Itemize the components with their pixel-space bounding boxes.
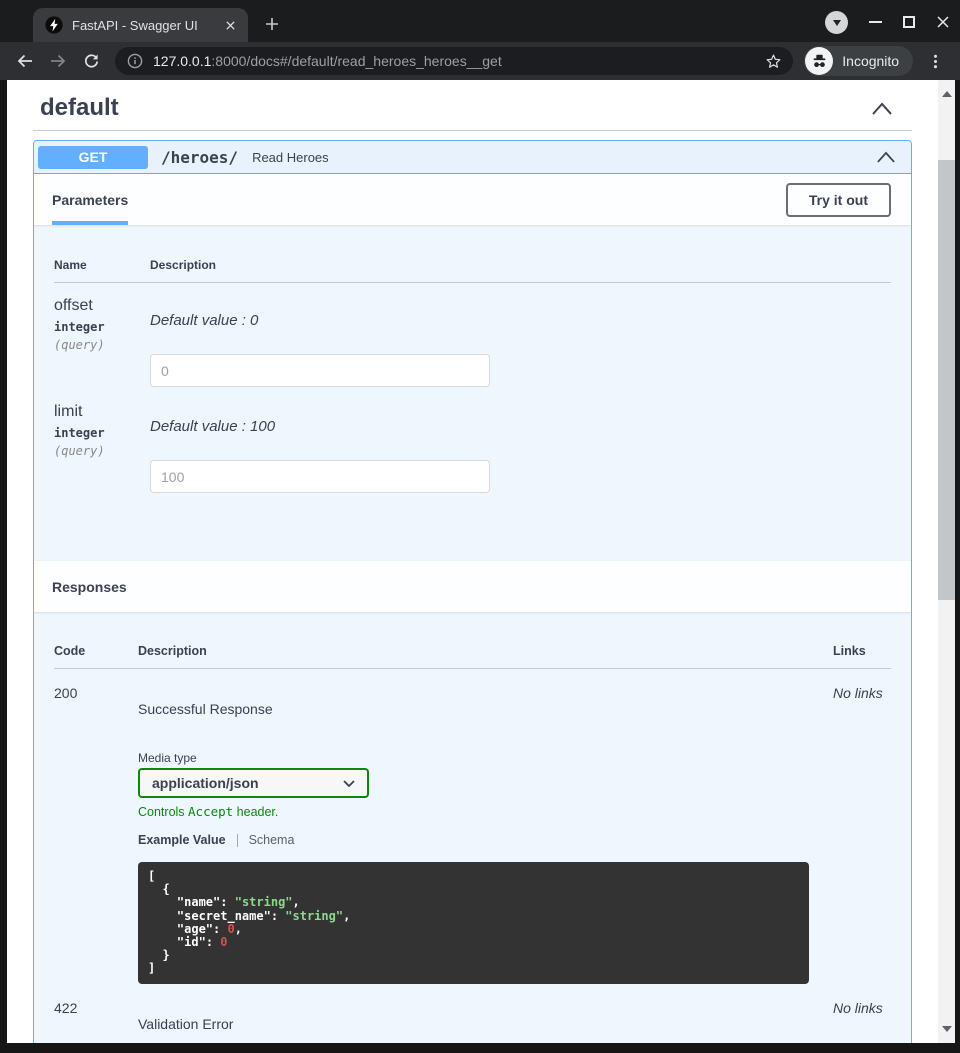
responses-table: Code Description Links 200 Successful Re…: [34, 612, 911, 1043]
window-close-button[interactable]: [936, 15, 950, 29]
forward-button[interactable]: [46, 49, 70, 73]
param-default-value: Default value : 0: [150, 312, 891, 330]
parameters-table: Name Description offset integer (query) …: [34, 225, 911, 561]
response-description: Successful Response: [138, 701, 833, 718]
opblock-get-heroes: GET /heroes/ Read Heroes Parameters Try …: [33, 140, 912, 1043]
column-header-name: Name: [54, 258, 150, 272]
incognito-badge: Incognito: [804, 46, 913, 76]
tag-title: default: [40, 94, 119, 122]
response-row-200: 200 Successful Response Media type appli…: [54, 669, 891, 984]
response-code: 422: [54, 1000, 138, 1033]
url-text[interactable]: 127.0.0.1:8000/docs#/default/read_heroes…: [153, 53, 757, 69]
scrollbar-thumb[interactable]: [938, 160, 955, 600]
tab-parameters[interactable]: Parameters: [52, 174, 128, 225]
media-type-label: Media type: [138, 751, 833, 765]
parameters-header: Parameters Try it out: [34, 174, 911, 225]
bookmark-star-icon[interactable]: [765, 53, 782, 70]
incognito-icon: [805, 47, 833, 75]
page-content: default GET /heroes/ Read Heroes Paramet…: [7, 80, 938, 1043]
minimize-button[interactable]: [869, 21, 882, 23]
media-type-value: application/json: [152, 775, 259, 791]
incognito-label: Incognito: [842, 53, 899, 69]
maximize-button[interactable]: [903, 16, 915, 28]
tab-close-icon[interactable]: [220, 15, 240, 35]
endpoint-path: /heroes/: [161, 148, 238, 167]
page-scrollbar[interactable]: [938, 80, 955, 1043]
tab-separator: [237, 834, 238, 847]
response-description: Validation Error: [138, 1016, 833, 1033]
column-header-code: Code: [54, 644, 138, 658]
response-row-422: 422 Validation Error No links: [54, 984, 891, 1033]
tag-section-header[interactable]: default: [33, 92, 912, 131]
tab-example-value[interactable]: Example Value: [138, 833, 226, 847]
param-location: (query): [54, 338, 150, 352]
accept-header-note: Controls Accept header.: [138, 804, 833, 819]
param-default-value: Default value : 100: [150, 418, 891, 436]
chevron-down-icon: [343, 780, 355, 787]
param-location: (query): [54, 444, 150, 458]
browser-toolbar: 127.0.0.1:8000/docs#/default/read_heroes…: [0, 42, 960, 80]
http-method-badge: GET: [38, 146, 148, 169]
new-tab-button[interactable]: [258, 10, 286, 38]
tab-title: FastAPI - Swagger UI: [72, 18, 220, 33]
param-row-limit: limit integer (query) Default value : 10…: [54, 389, 891, 495]
param-input-offset[interactable]: [150, 354, 490, 387]
address-bar[interactable]: 127.0.0.1:8000/docs#/default/read_heroes…: [115, 47, 793, 75]
param-name: limit: [54, 402, 150, 421]
browser-tab-strip: FastAPI - Swagger UI: [0, 0, 960, 42]
browser-menu-icon[interactable]: [923, 49, 947, 73]
column-header-description: Description: [138, 644, 833, 658]
media-type-select[interactable]: application/json: [138, 768, 369, 798]
site-info-icon[interactable]: [127, 53, 143, 69]
responses-header: Responses: [34, 561, 911, 612]
endpoint-description: Read Heroes: [252, 150, 329, 165]
endpoint-collapse-chevron-icon[interactable]: [877, 151, 895, 163]
endpoint-summary-row[interactable]: GET /heroes/ Read Heroes: [34, 141, 911, 174]
accept-code: Accept: [188, 804, 233, 819]
back-button[interactable]: [13, 49, 37, 73]
param-type: integer: [54, 320, 150, 334]
response-links: No links: [833, 1000, 891, 1033]
fastapi-favicon-icon: [45, 16, 63, 34]
try-it-out-button[interactable]: Try it out: [786, 183, 891, 217]
responses-title: Responses: [52, 579, 127, 595]
tag-collapse-chevron-icon[interactable]: [872, 102, 892, 115]
param-row-offset: offset integer (query) Default value : 0: [54, 283, 891, 389]
scrollbar-up-icon[interactable]: [942, 86, 952, 97]
reload-button[interactable]: [79, 49, 103, 73]
column-header-links: Links: [833, 644, 891, 658]
response-code: 200: [54, 685, 138, 984]
url-path: :8000/docs#/default/read_heroes_heroes__…: [211, 53, 501, 69]
scrollbar-down-icon[interactable]: [942, 1026, 952, 1037]
param-input-limit[interactable]: [150, 460, 490, 493]
example-code: [ { "name": "string", "secret_name": "st…: [138, 862, 809, 984]
param-type: integer: [54, 426, 150, 440]
tab-schema[interactable]: Schema: [249, 833, 295, 847]
param-name: offset: [54, 296, 150, 315]
response-links: No links: [833, 685, 891, 984]
window-menu-button[interactable]: [825, 11, 848, 34]
browser-tab[interactable]: FastAPI - Swagger UI: [33, 8, 248, 42]
column-header-description: Description: [150, 258, 891, 272]
url-host: 127.0.0.1: [153, 53, 211, 69]
